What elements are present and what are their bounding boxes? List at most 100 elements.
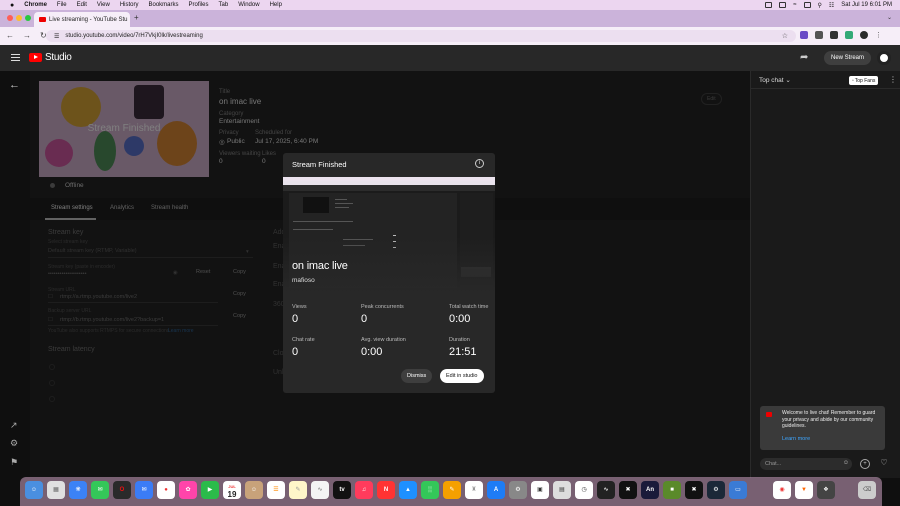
edit-in-studio-button[interactable]: Edit in studio [440,369,484,383]
app-store-icon[interactable]: A [487,481,505,499]
capcut-icon[interactable]: ✖ [619,481,637,499]
stat-duration-value: 21:51 [449,346,477,358]
chat-welcome-message: Welcome to live chat! Remember to guard … [760,406,885,450]
pages-icon[interactable]: ✎ [443,481,461,499]
share-icon[interactable]: ➦ [800,52,808,63]
system-settings-icon[interactable]: ⚙ [509,481,527,499]
url-text[interactable]: studio.youtube.com/video/7rH7VkjI0lk/liv… [65,33,202,39]
feedback-icon[interactable]: ⚑ [10,457,18,468]
chat-mode-label: Top chat [759,77,784,84]
forward-icon[interactable]: → [23,31,31,40]
new-tab-icon[interactable]: + [134,13,139,22]
menu-view[interactable]: View [97,2,110,8]
wifi-icon[interactable]: ≈ [793,2,796,8]
trash-icon[interactable]: ⌫ [858,481,876,499]
messages-icon[interactable]: ✉ [91,481,109,499]
top-fans-button[interactable]: ▫ Top Fans [849,76,879,85]
screenshot-icon[interactable]: ❖ [817,481,835,499]
close-window-icon[interactable] [7,15,13,21]
back-arrow-icon[interactable]: ← [9,79,20,91]
control-center-icon[interactable]: ☷ [829,2,834,9]
account-avatar[interactable] [877,51,891,65]
youtube-logo-icon [766,412,772,417]
bookmark-star-icon[interactable]: ☆ [782,32,788,40]
menu-chrome[interactable]: Chrome [24,2,47,8]
settings-gear-icon[interactable]: ⚙ [10,438,18,449]
steam-icon[interactable]: ⚙ [707,481,725,499]
menu-window[interactable]: Window [238,2,259,8]
music-icon[interactable]: ♫ [355,481,373,499]
preview-icon[interactable]: ▤ [553,481,571,499]
info-icon[interactable]: i [475,159,484,168]
chrome-icon[interactable]: ◉ [773,481,791,499]
studio-logo[interactable]: Studio [29,52,72,63]
roblox-icon[interactable]: ▣ [531,481,549,499]
sidebar-icon[interactable] [845,31,853,39]
extension-icon[interactable] [800,31,808,39]
minecraft-icon[interactable]: ■ [663,481,681,499]
launchpad-icon[interactable]: ▦ [47,481,65,499]
heart-icon[interactable]: ♡ [879,459,889,469]
menu-help[interactable]: Help [270,2,282,8]
battery-icon[interactable] [803,2,811,8]
reminders-icon[interactable]: ☰ [267,481,285,499]
freeform-icon[interactable]: ∿ [311,481,329,499]
menu-bookmarks[interactable]: Bookmarks [149,2,179,8]
super-chat-icon[interactable]: + [860,459,870,469]
virtualbox-icon[interactable]: ▭ [729,481,747,499]
window-icon[interactable] [779,2,787,8]
menu-edit[interactable]: Edit [77,2,87,8]
chat-mode-dropdown[interactable]: Top chat ⌄ [759,76,791,84]
menu-profiles[interactable]: Profiles [189,2,209,8]
menu-dots-icon[interactable]: ⋮ [875,31,882,39]
clock-icon[interactable]: ◷ [575,481,593,499]
keynote-icon[interactable]: ▲ [399,481,417,499]
minimize-window-icon[interactable] [16,15,22,21]
menu-history[interactable]: History [120,2,139,8]
finder-icon[interactable]: ☺ [25,481,43,499]
apple-tv-icon[interactable]: tv [333,481,351,499]
dismiss-button[interactable]: Dismiss [401,369,433,383]
safari-icon[interactable]: ❋ [69,481,87,499]
profile-icon[interactable] [860,31,868,39]
new-stream-button[interactable]: New Stream [824,51,872,65]
opera-icon[interactable]: O [113,481,131,499]
calendar-icon[interactable]: JUL 19 [223,481,241,499]
browser-tab[interactable]: Live streaming - YouTube Stu ✕ [34,12,130,27]
apple-icon[interactable]: ● [10,2,14,9]
brave-icon[interactable]: ▼ [795,481,813,499]
contacts-icon[interactable]: ☺ [245,481,263,499]
site-info-icon[interactable]: ☰ [54,33,59,40]
puzzle-icon[interactable] [830,31,838,39]
extension-icon[interactable] [815,31,823,39]
mail-icon[interactable]: ✉ [135,481,153,499]
numbers-icon[interactable]: ░ [421,481,439,499]
more-options-icon[interactable]: ⋮ [889,75,897,84]
address-bar[interactable]: ☰ studio.youtube.com/video/7rH7VkjI0lk/l… [46,30,796,42]
emoji-icon[interactable]: ☺ [841,459,851,469]
screen-icon[interactable] [765,2,773,8]
dialog-title: Stream Finished [292,160,347,169]
menu-file[interactable]: File [57,2,67,8]
chess-icon[interactable]: ♜ [465,481,483,499]
external-link-icon[interactable]: ↗ [10,420,18,431]
capcut-pro-icon[interactable]: ✖ [685,481,703,499]
extensions: ⋮ [800,31,882,39]
back-icon[interactable]: ← [6,31,14,40]
zoom-window-icon[interactable] [25,15,31,21]
maps-icon[interactable]: ● [157,481,175,499]
activity-monitor-icon[interactable]: ∿ [597,481,615,499]
photos-icon[interactable]: ✿ [179,481,197,499]
clock-text[interactable]: Sat Jul 19 6:01 PM [841,2,892,8]
menu-tab[interactable]: Tab [219,2,229,8]
tab-search-icon[interactable]: ⌄ [887,14,892,21]
chat-learn-more-link[interactable]: Learn more [782,436,810,442]
hamburger-menu-icon[interactable] [11,54,20,63]
news-icon[interactable]: N [377,481,395,499]
thumbnail-art [335,203,353,204]
search-icon[interactable]: ⚲ [818,2,822,9]
animate-icon[interactable]: An [641,481,659,499]
notes-icon[interactable]: ✎ [289,481,307,499]
chat-input[interactable]: Chat... [760,458,852,470]
facetime-icon[interactable]: ▶ [201,481,219,499]
